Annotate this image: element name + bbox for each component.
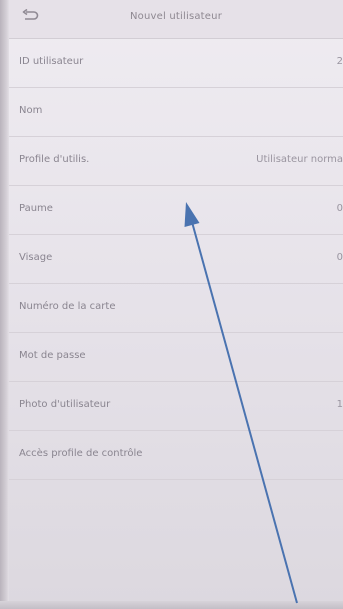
row-label: Numéro de la carte [19,301,116,312]
row-face[interactable]: Visage 0 [9,235,343,284]
row-value: Utilisateur norma [256,154,343,165]
row-label: Nom [19,105,43,116]
row-user-profile[interactable]: Profile d'utilis. Utilisateur norma [9,137,343,186]
device-bezel-left [0,0,9,609]
row-value: 0 [336,252,343,263]
row-label: Mot de passe [19,350,86,361]
device-bezel-bottom [0,601,343,609]
row-user-photo[interactable]: Photo d'utilisateur 1 [9,382,343,431]
row-value: 1 [336,399,343,410]
row-label: Profile d'utilis. [19,154,90,165]
row-value: 2 [336,56,343,67]
row-label: Paume [19,203,53,214]
device-screen: Nouvel utilisateur ID utilisateur 2 Nom … [0,0,343,609]
row-access-control-profile[interactable]: Accès profile de contrôle [9,431,343,480]
row-card-number[interactable]: Numéro de la carte [9,284,343,333]
page-title: Nouvel utilisateur [129,11,223,22]
user-form-list: ID utilisateur 2 Nom Profile d'utilis. U… [9,39,343,480]
row-name[interactable]: Nom [9,88,343,137]
row-label: Visage [19,252,53,263]
row-user-id[interactable]: ID utilisateur 2 [9,39,343,88]
top-bar: Nouvel utilisateur [9,0,343,39]
row-label: ID utilisateur [19,56,84,67]
row-label: Photo d'utilisateur [19,399,111,410]
row-password[interactable]: Mot de passe [9,333,343,382]
row-value: 0 [336,203,343,214]
row-palm[interactable]: Paume 0 [9,186,343,235]
row-label: Accès profile de contrôle [19,448,143,459]
